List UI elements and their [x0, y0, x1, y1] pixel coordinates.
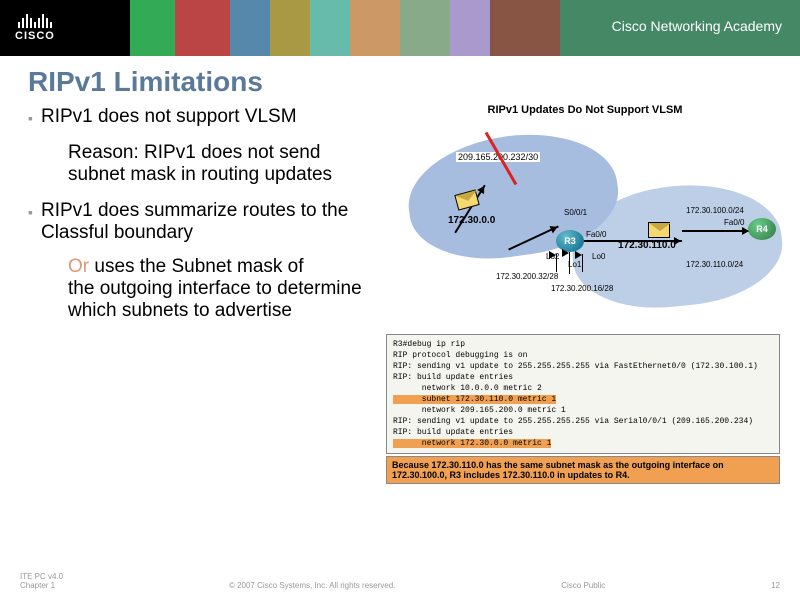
page-number: 12 [771, 581, 780, 590]
router-r4-icon: R4 [748, 218, 776, 240]
footer-left: ITE PC v4.0 Chapter 1 [20, 572, 63, 590]
ip-label-2: 172.30.110.0 [616, 240, 678, 251]
iface-s001: S0/0/1 [564, 208, 587, 217]
or-word: Or [68, 256, 94, 277]
slide-title: RIPv1 Limitations [0, 56, 800, 104]
slide-footer: ITE PC v4.0 Chapter 1 © 2007 Cisco Syste… [0, 566, 800, 600]
text-column: ▪ RIPv1 does not support VLSM Reason: RI… [0, 104, 380, 484]
lo-line [569, 252, 570, 274]
logo-bars-icon [18, 14, 52, 28]
bullet-1: ▪ RIPv1 does not support VLSM [28, 106, 372, 130]
content-row: ▪ RIPv1 does not support VLSM Reason: RI… [0, 104, 800, 484]
network-diagram: 209.165.200.232/30 172.30.0.0 172.30.110… [386, 122, 781, 330]
bullet-1-text: RIPv1 does not support VLSM [41, 106, 297, 130]
debug-console: R3#debug ip rip RIP protocol debugging i… [386, 334, 780, 454]
note-box: Because 172.30.110.0 has the same subnet… [386, 456, 780, 484]
logo-text: CISCO [15, 30, 55, 42]
bullet-2: ▪ RIPv1 does summarize routes to the Cla… [28, 200, 372, 244]
bullet-icon: ▪ [28, 106, 33, 130]
lo1-label: Lo1 [568, 260, 581, 269]
lo-line [582, 254, 583, 272]
lo-line [556, 254, 557, 272]
sub-1: Reason: RIPv1 does not send subnet mask … [68, 142, 372, 186]
sn4-label: 172.30.100.0/24 [686, 206, 744, 215]
ip-label-1: 172.30.0.0 [446, 215, 497, 226]
diagram-title: RIPv1 Updates Do Not Support VLSM [380, 104, 790, 116]
slide-header: CISCO Cisco Networking Academy [0, 0, 800, 56]
envelope-icon [648, 222, 670, 238]
sub-2: Or uses the Subnet mask of the outgoing … [68, 256, 372, 322]
sn1-label: 172.30.200.32/28 [496, 272, 558, 281]
iface-fa00b: Fa0/0 [724, 218, 744, 227]
sn2-label: 172.30.200.16/28 [551, 284, 613, 293]
sub-2-text: uses the Subnet mask of the outgoing int… [68, 256, 362, 321]
cisco-logo: CISCO [15, 14, 55, 42]
bullet-icon: ▪ [28, 200, 33, 244]
footer-center: © 2007 Cisco Systems, Inc. All rights re… [229, 581, 395, 590]
link-to-r4 [682, 230, 750, 232]
iface-fa00a: Fa0/0 [586, 230, 606, 239]
diagram-column: RIPv1 Updates Do Not Support VLSM 209.16… [380, 104, 790, 484]
footer-right: Cisco Public [561, 581, 605, 590]
bullet-2-text: RIPv1 does summarize routes to the Class… [41, 200, 372, 244]
lo0-label: Lo0 [592, 252, 605, 261]
academy-label: Cisco Networking Academy [612, 18, 782, 34]
sn3-label: 172.30.110.0/24 [686, 260, 743, 269]
